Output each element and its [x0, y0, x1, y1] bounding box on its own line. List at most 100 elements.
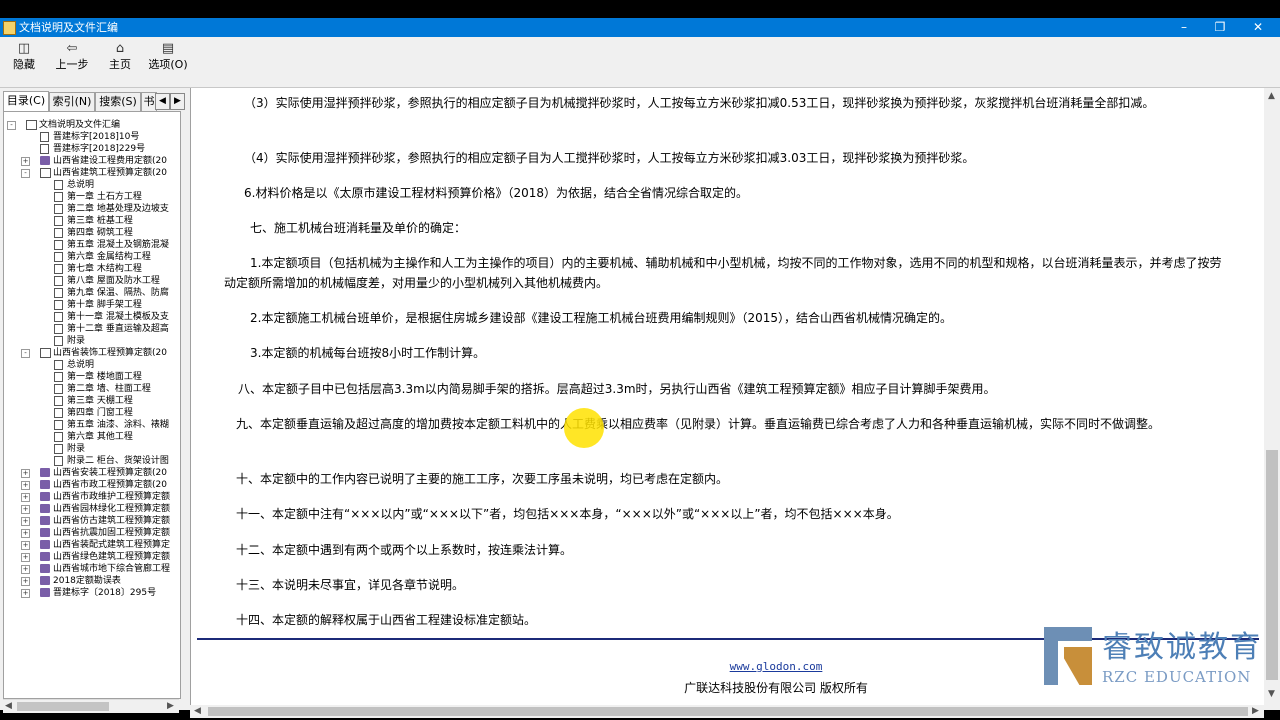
book-icon: [40, 576, 50, 585]
tree-item[interactable]: 第二章 墙、柱面工程: [4, 383, 180, 395]
hide-button[interactable]: ◫ 隐藏: [0, 39, 48, 85]
content-hscroll-thumb[interactable]: [208, 707, 1248, 716]
scroll-right-icon[interactable]: ▶: [167, 700, 174, 713]
expand-icon[interactable]: +: [21, 541, 30, 550]
watermark: 睿致诚教育 RZC EDUCATION: [1042, 622, 1268, 690]
tree-item-label: 附录: [67, 336, 86, 346]
expand-icon[interactable]: +: [21, 529, 30, 538]
page-icon: [54, 432, 63, 442]
tree-item[interactable]: 第一章 土石方工程: [4, 191, 180, 203]
tree-item[interactable]: 第十二章 垂直运输及超高: [4, 323, 180, 335]
tree-item[interactable]: 第十章 脚手架工程: [4, 299, 180, 311]
tab-scroll-left-icon[interactable]: ◀: [155, 93, 170, 110]
tree-item[interactable]: 晋建标字[2018]10号: [4, 131, 180, 143]
tree-item[interactable]: 第六章 其他工程: [4, 431, 180, 443]
collapse-icon[interactable]: -: [21, 169, 30, 178]
expand-icon[interactable]: +: [21, 157, 30, 166]
tree-item[interactable]: 第六章 金属结构工程: [4, 251, 180, 263]
tree-item[interactable]: 附录: [4, 443, 180, 455]
tree-item[interactable]: + 山西省装配式建筑工程预算定: [4, 539, 180, 551]
tree-item-label: 山西省建设工程费用定额(20: [53, 156, 167, 166]
home-button[interactable]: ⌂ 主页: [96, 39, 144, 85]
page-icon: [54, 396, 63, 406]
tree-item[interactable]: + 山西省市政维护工程预算定额: [4, 491, 180, 503]
back-button[interactable]: ⇦ 上一步: [48, 39, 96, 85]
mouse-cursor-highlight: [564, 408, 604, 448]
contents-tree[interactable]: - 文档说明及文件汇编 晋建标字[2018]10号 晋建标字[2018]229号 + 山西…: [3, 111, 181, 699]
tab-index[interactable]: 索引(N): [49, 92, 95, 111]
tree-item[interactable]: + 山西省园林绿化工程预算定额: [4, 503, 180, 515]
expand-icon[interactable]: +: [21, 481, 30, 490]
scroll-left-icon[interactable]: ◀: [5, 700, 12, 713]
tree-item[interactable]: + 山西省绿色建筑工程预算定额: [4, 551, 180, 563]
tree-horizontal-scrollbar[interactable]: ◀ ▶: [3, 699, 179, 713]
tree-item[interactable]: + 山西省抗震加固工程预算定额: [4, 527, 180, 539]
tree-item[interactable]: 第十一章 混凝土模板及支: [4, 311, 180, 323]
expand-icon[interactable]: +: [21, 505, 30, 514]
tree-item[interactable]: 第三章 桩基工程: [4, 215, 180, 227]
scroll-down-icon[interactable]: ▼: [1268, 688, 1275, 701]
tree-item[interactable]: 第四章 门窗工程: [4, 407, 180, 419]
tree-item-label: 第八章 屋面及防水工程: [67, 276, 160, 286]
tree-item[interactable]: 第九章 保温、隔热、防腐: [4, 287, 180, 299]
collapse-icon[interactable]: -: [7, 121, 16, 130]
tree-item[interactable]: 第八章 屋面及防水工程: [4, 275, 180, 287]
tree-item[interactable]: + 晋建标字〔2018〕295号: [4, 587, 180, 599]
content-vertical-scrollbar[interactable]: ▲ ▼: [1264, 88, 1280, 705]
tree-item[interactable]: 附录二 柜台、货架设计图: [4, 455, 180, 467]
expand-icon[interactable]: +: [21, 553, 30, 562]
tree-item[interactable]: 第五章 油漆、涂料、裱糊: [4, 419, 180, 431]
tree-item[interactable]: 第一章 楼地面工程: [4, 371, 180, 383]
tree-item[interactable]: + 山西省市政工程预算定额(20: [4, 479, 180, 491]
restore-button[interactable]: ❐: [1202, 18, 1238, 37]
tree-item[interactable]: + 山西省建设工程费用定额(20: [4, 155, 180, 167]
tree-item[interactable]: 第五章 混凝土及钢筋混凝: [4, 239, 180, 251]
nav-tabs: 目录(C) 索引(N) 搜索(S) 书 ◀ ▶: [3, 91, 185, 111]
tree-item[interactable]: 第四章 砌筑工程: [4, 227, 180, 239]
tree-item[interactable]: - 文档说明及文件汇编: [4, 119, 180, 131]
content-horizontal-scrollbar[interactable]: ◀ ▶: [190, 705, 1264, 718]
options-button[interactable]: ▤ 选项(O): [144, 39, 192, 85]
page-icon: [54, 180, 63, 190]
close-button[interactable]: ✕: [1240, 18, 1276, 37]
scroll-right-icon[interactable]: ▶: [1252, 705, 1259, 718]
tree-item[interactable]: 晋建标字[2018]229号: [4, 143, 180, 155]
tree-item[interactable]: + 山西省仿古建筑工程预算定额: [4, 515, 180, 527]
tree-item[interactable]: 第三章 天棚工程: [4, 395, 180, 407]
tree-item[interactable]: 总说明: [4, 359, 180, 371]
tree-item[interactable]: 总说明: [4, 179, 180, 191]
tree-item-label: 附录二 柜台、货架设计图: [67, 456, 169, 466]
tree-item[interactable]: +2018定额勘误表: [4, 575, 180, 587]
scroll-left-icon[interactable]: ◀: [194, 705, 201, 718]
tree-item[interactable]: 第二章 地基处理及边坡支: [4, 203, 180, 215]
tab-search[interactable]: 搜索(S): [95, 92, 141, 111]
tab-scroll-right-icon[interactable]: ▶: [170, 93, 185, 110]
expand-icon[interactable]: +: [21, 589, 30, 598]
book-icon: [40, 492, 50, 501]
expand-icon[interactable]: +: [21, 517, 30, 526]
tree-scroll-thumb[interactable]: [17, 702, 109, 711]
tree-item-label: 晋建标字[2018]229号: [53, 144, 146, 154]
tree-item[interactable]: - 山西省装饰工程预算定额(20: [4, 347, 180, 359]
collapse-icon[interactable]: -: [21, 349, 30, 358]
page-icon: [54, 192, 63, 202]
expand-icon[interactable]: +: [21, 577, 30, 586]
expand-icon[interactable]: +: [21, 469, 30, 478]
tab-contents[interactable]: 目录(C): [3, 91, 49, 111]
tree-item-label: 山西省城市地下综合管廊工程: [53, 564, 171, 574]
tree-item[interactable]: + 山西省城市地下综合管廊工程: [4, 563, 180, 575]
minimize-button[interactable]: –: [1166, 18, 1202, 37]
tree-item[interactable]: + 山西省安装工程预算定额(20: [4, 467, 180, 479]
tree-item-label: 第四章 门窗工程: [67, 408, 133, 418]
expand-icon[interactable]: +: [21, 493, 30, 502]
expand-icon[interactable]: +: [21, 565, 30, 574]
tree-item[interactable]: 附录: [4, 335, 180, 347]
page-icon: [54, 312, 63, 322]
scroll-up-icon[interactable]: ▲: [1268, 90, 1275, 103]
page-icon: [54, 420, 63, 430]
paragraph: 十二、本定额中遇到有两个或两个以上系数时，按连乘法计算。: [236, 543, 573, 557]
tree-item[interactable]: 第七章 木结构工程: [4, 263, 180, 275]
tree-item[interactable]: - 山西省建筑工程预算定额(20: [4, 167, 180, 179]
paragraph: 七、施工机械台班消耗量及单价的确定：: [250, 221, 467, 235]
back-label: 上一步: [55, 58, 89, 71]
